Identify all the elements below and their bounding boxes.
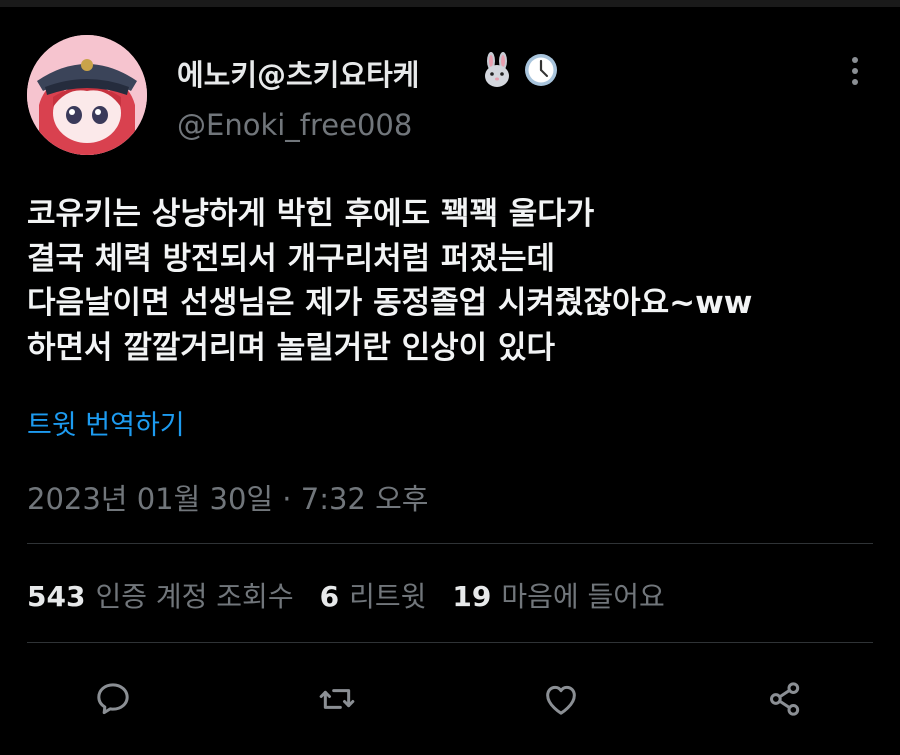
avatar[interactable]	[27, 35, 147, 155]
views-stat[interactable]: 543 인증 계정 조회수	[27, 575, 294, 615]
share-icon	[770, 682, 800, 716]
rabbit-icon	[479, 51, 515, 89]
reply-icon	[97, 683, 129, 715]
retweet-icon	[319, 689, 355, 709]
tweet-line: 결국 체력 방전되서 개구리처럼 퍼졌는데	[27, 240, 556, 277]
retweets-label: 리트윗	[349, 580, 427, 613]
divider	[27, 543, 873, 544]
likes-label: 마음에 들어요	[501, 580, 665, 613]
retweets-stat[interactable]: 6 리트윗	[320, 575, 427, 615]
views-label: 인증 계정 조회수	[95, 580, 294, 613]
tweet-text: 코유키는 상냥하게 박힌 후에도 꽥꽥 울다가 결국 체력 방전되서 개구리처럼…	[27, 192, 877, 370]
divider	[27, 642, 873, 643]
likes-stat[interactable]: 19 마음에 들어요	[452, 575, 664, 615]
tweet-stats: 543 인증 계정 조회수 6 리트윗 19 마음에 들어요	[27, 575, 691, 615]
like-button[interactable]	[538, 676, 584, 722]
author-handle[interactable]: @Enoki_free008	[177, 108, 412, 142]
tweet-timestamp[interactable]: 2023년 01월 30일 · 7:32 오후	[27, 476, 428, 518]
views-count: 543	[27, 580, 86, 613]
more-options-icon[interactable]	[842, 54, 868, 88]
tweet-line: 코유키는 상냥하게 박힌 후에도 꽥꽥 울다가	[27, 196, 595, 232]
retweets-count: 6	[319, 580, 340, 613]
top-border	[0, 0, 900, 7]
clock-icon	[523, 51, 559, 89]
retweet-button[interactable]	[314, 676, 360, 722]
share-button[interactable]	[762, 676, 808, 722]
reply-button[interactable]	[90, 676, 136, 722]
likes-count: 19	[452, 580, 492, 613]
avatar-image	[27, 35, 147, 155]
like-icon	[546, 685, 576, 715]
translate-tweet-link[interactable]: 트윗 번역하기	[27, 403, 185, 442]
tweet-line: 다음날이면 선생님은 제가 동정졸업 시켜줬잖아요~ww	[27, 285, 753, 321]
author-display-name[interactable]: 에노키@츠키요타케	[177, 52, 419, 94]
tweet-line: 하면서 깔깔거리며 놀릴거란 인상이 있다	[27, 329, 556, 366]
